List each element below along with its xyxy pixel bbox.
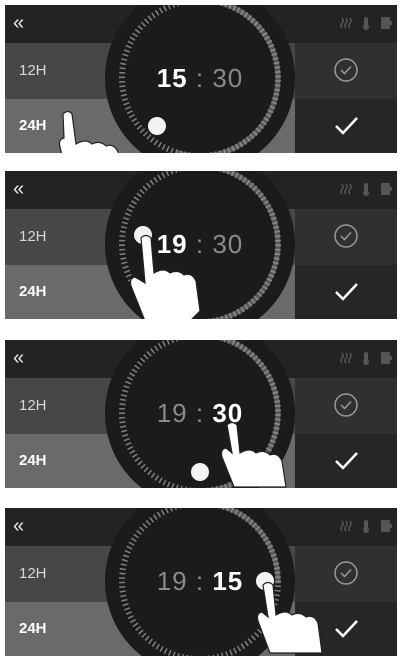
confirm-area[interactable] bbox=[295, 378, 397, 434]
dial-handle[interactable] bbox=[191, 463, 209, 481]
status-icons bbox=[339, 351, 393, 365]
minute-value[interactable]: 30 bbox=[212, 229, 243, 260]
temperature-icon bbox=[359, 351, 373, 365]
time-separator: : bbox=[195, 398, 205, 428]
time-separator: : bbox=[195, 63, 205, 93]
status-icons bbox=[339, 182, 393, 196]
hand-pointer-icon bbox=[251, 580, 331, 656]
hand-pointer-icon bbox=[55, 109, 135, 153]
heat-icon bbox=[339, 519, 353, 533]
apply-area[interactable] bbox=[295, 434, 397, 488]
apply-area[interactable] bbox=[295, 99, 397, 153]
dial-handle[interactable] bbox=[148, 117, 166, 135]
status-icons bbox=[339, 16, 393, 30]
check-icon[interactable] bbox=[332, 446, 360, 474]
hour-value[interactable]: 15 bbox=[157, 63, 188, 94]
format-12h-label: 12H bbox=[19, 62, 47, 79]
hour-value[interactable]: 19 bbox=[157, 566, 188, 597]
status-icons bbox=[339, 519, 393, 533]
minute-value[interactable]: 30 bbox=[212, 63, 243, 94]
heat-icon bbox=[339, 182, 353, 196]
check-circle-icon[interactable] bbox=[333, 57, 359, 83]
format-12h-label: 12H bbox=[19, 397, 47, 414]
door-icon bbox=[379, 182, 393, 196]
format-24h-label: 24H bbox=[19, 452, 47, 469]
format-24h-label: 24H bbox=[19, 620, 47, 637]
temperature-icon bbox=[359, 182, 373, 196]
door-icon bbox=[379, 16, 393, 30]
hand-pointer-icon bbox=[123, 233, 203, 319]
screen-panel-2: « 12H 24H 19 : 30 bbox=[5, 171, 397, 319]
check-circle-icon[interactable] bbox=[333, 223, 359, 249]
heat-icon bbox=[339, 16, 353, 30]
screen-panel-1: « 12H 24H 15 : 30 bbox=[5, 5, 397, 153]
screen-panel-4: « 12H 24H 19 : 15 bbox=[5, 508, 397, 656]
format-24h-label: 24H bbox=[19, 283, 47, 300]
action-panel bbox=[295, 209, 397, 319]
hand-pointer-icon bbox=[213, 420, 293, 488]
back-button[interactable]: « bbox=[13, 347, 39, 369]
door-icon bbox=[379, 351, 393, 365]
back-button[interactable]: « bbox=[13, 515, 39, 537]
check-icon[interactable] bbox=[332, 277, 360, 305]
screen-panel-3: « 12H 24H 19 : 30 bbox=[5, 340, 397, 488]
apply-area[interactable] bbox=[295, 265, 397, 319]
temperature-icon bbox=[359, 16, 373, 30]
format-12h-label: 12H bbox=[19, 228, 47, 245]
back-button[interactable]: « bbox=[13, 178, 39, 200]
door-icon bbox=[379, 519, 393, 533]
check-icon[interactable] bbox=[332, 614, 360, 642]
back-button[interactable]: « bbox=[13, 12, 39, 34]
minute-value[interactable]: 15 bbox=[212, 566, 243, 597]
temperature-icon bbox=[359, 519, 373, 533]
check-icon[interactable] bbox=[332, 111, 360, 139]
confirm-area[interactable] bbox=[295, 43, 397, 99]
time-separator: : bbox=[195, 566, 205, 596]
time-display: 15 : 30 bbox=[105, 63, 295, 94]
check-circle-icon[interactable] bbox=[333, 560, 359, 586]
format-24h-label: 24H bbox=[19, 117, 47, 134]
action-panel bbox=[295, 43, 397, 153]
action-panel bbox=[295, 378, 397, 488]
hour-value[interactable]: 19 bbox=[157, 398, 188, 429]
heat-icon bbox=[339, 351, 353, 365]
check-circle-icon[interactable] bbox=[333, 392, 359, 418]
format-12h-label: 12H bbox=[19, 565, 47, 582]
confirm-area[interactable] bbox=[295, 209, 397, 265]
